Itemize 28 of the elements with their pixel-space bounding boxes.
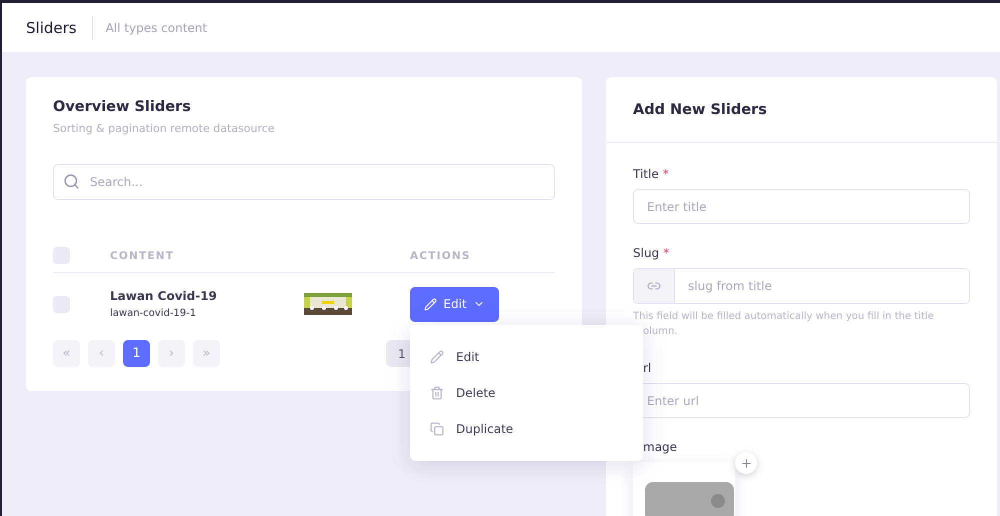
card-subtitle: Sorting & pagination remote datasource bbox=[53, 122, 276, 135]
field-label: mage bbox=[643, 440, 678, 454]
pencil-icon bbox=[430, 350, 444, 364]
field-hint: olumn. bbox=[643, 325, 678, 339]
form-title: Add New Sliders bbox=[633, 102, 767, 118]
slug-field[interactable]: slug from title bbox=[633, 268, 970, 304]
image-placeholder-icon bbox=[645, 482, 734, 516]
page-subtitle: All types content bbox=[104, 20, 208, 34]
card-title: Overview Sliders bbox=[53, 99, 192, 115]
slider-slug: lawan-covid-19-1 bbox=[110, 308, 198, 319]
column-header: ACTIONS bbox=[410, 250, 471, 262]
field-hint: This field will be filled automatically when you fill in the title bbox=[633, 310, 934, 324]
page-title: Sliders bbox=[26, 16, 93, 40]
edit-dropdown-button[interactable]: Edit bbox=[410, 286, 499, 322]
text-field[interactable]: Enter title bbox=[633, 189, 970, 224]
trash-icon bbox=[430, 386, 444, 400]
copy-icon bbox=[430, 422, 444, 436]
plus-icon bbox=[740, 456, 752, 470]
pencil-icon bbox=[424, 298, 438, 310]
page-button[interactable]: 1 bbox=[123, 340, 150, 367]
column-header: CONTENT bbox=[110, 250, 176, 262]
add-image-button[interactable] bbox=[735, 452, 757, 474]
slider-title: Lawan Covid-19 bbox=[110, 289, 218, 303]
field-label: rl bbox=[643, 361, 652, 375]
field-label: Slug * bbox=[633, 246, 670, 260]
search-field[interactable]: Search... bbox=[53, 164, 555, 200]
field-label: Title * bbox=[633, 167, 669, 181]
search-icon bbox=[63, 173, 80, 190]
